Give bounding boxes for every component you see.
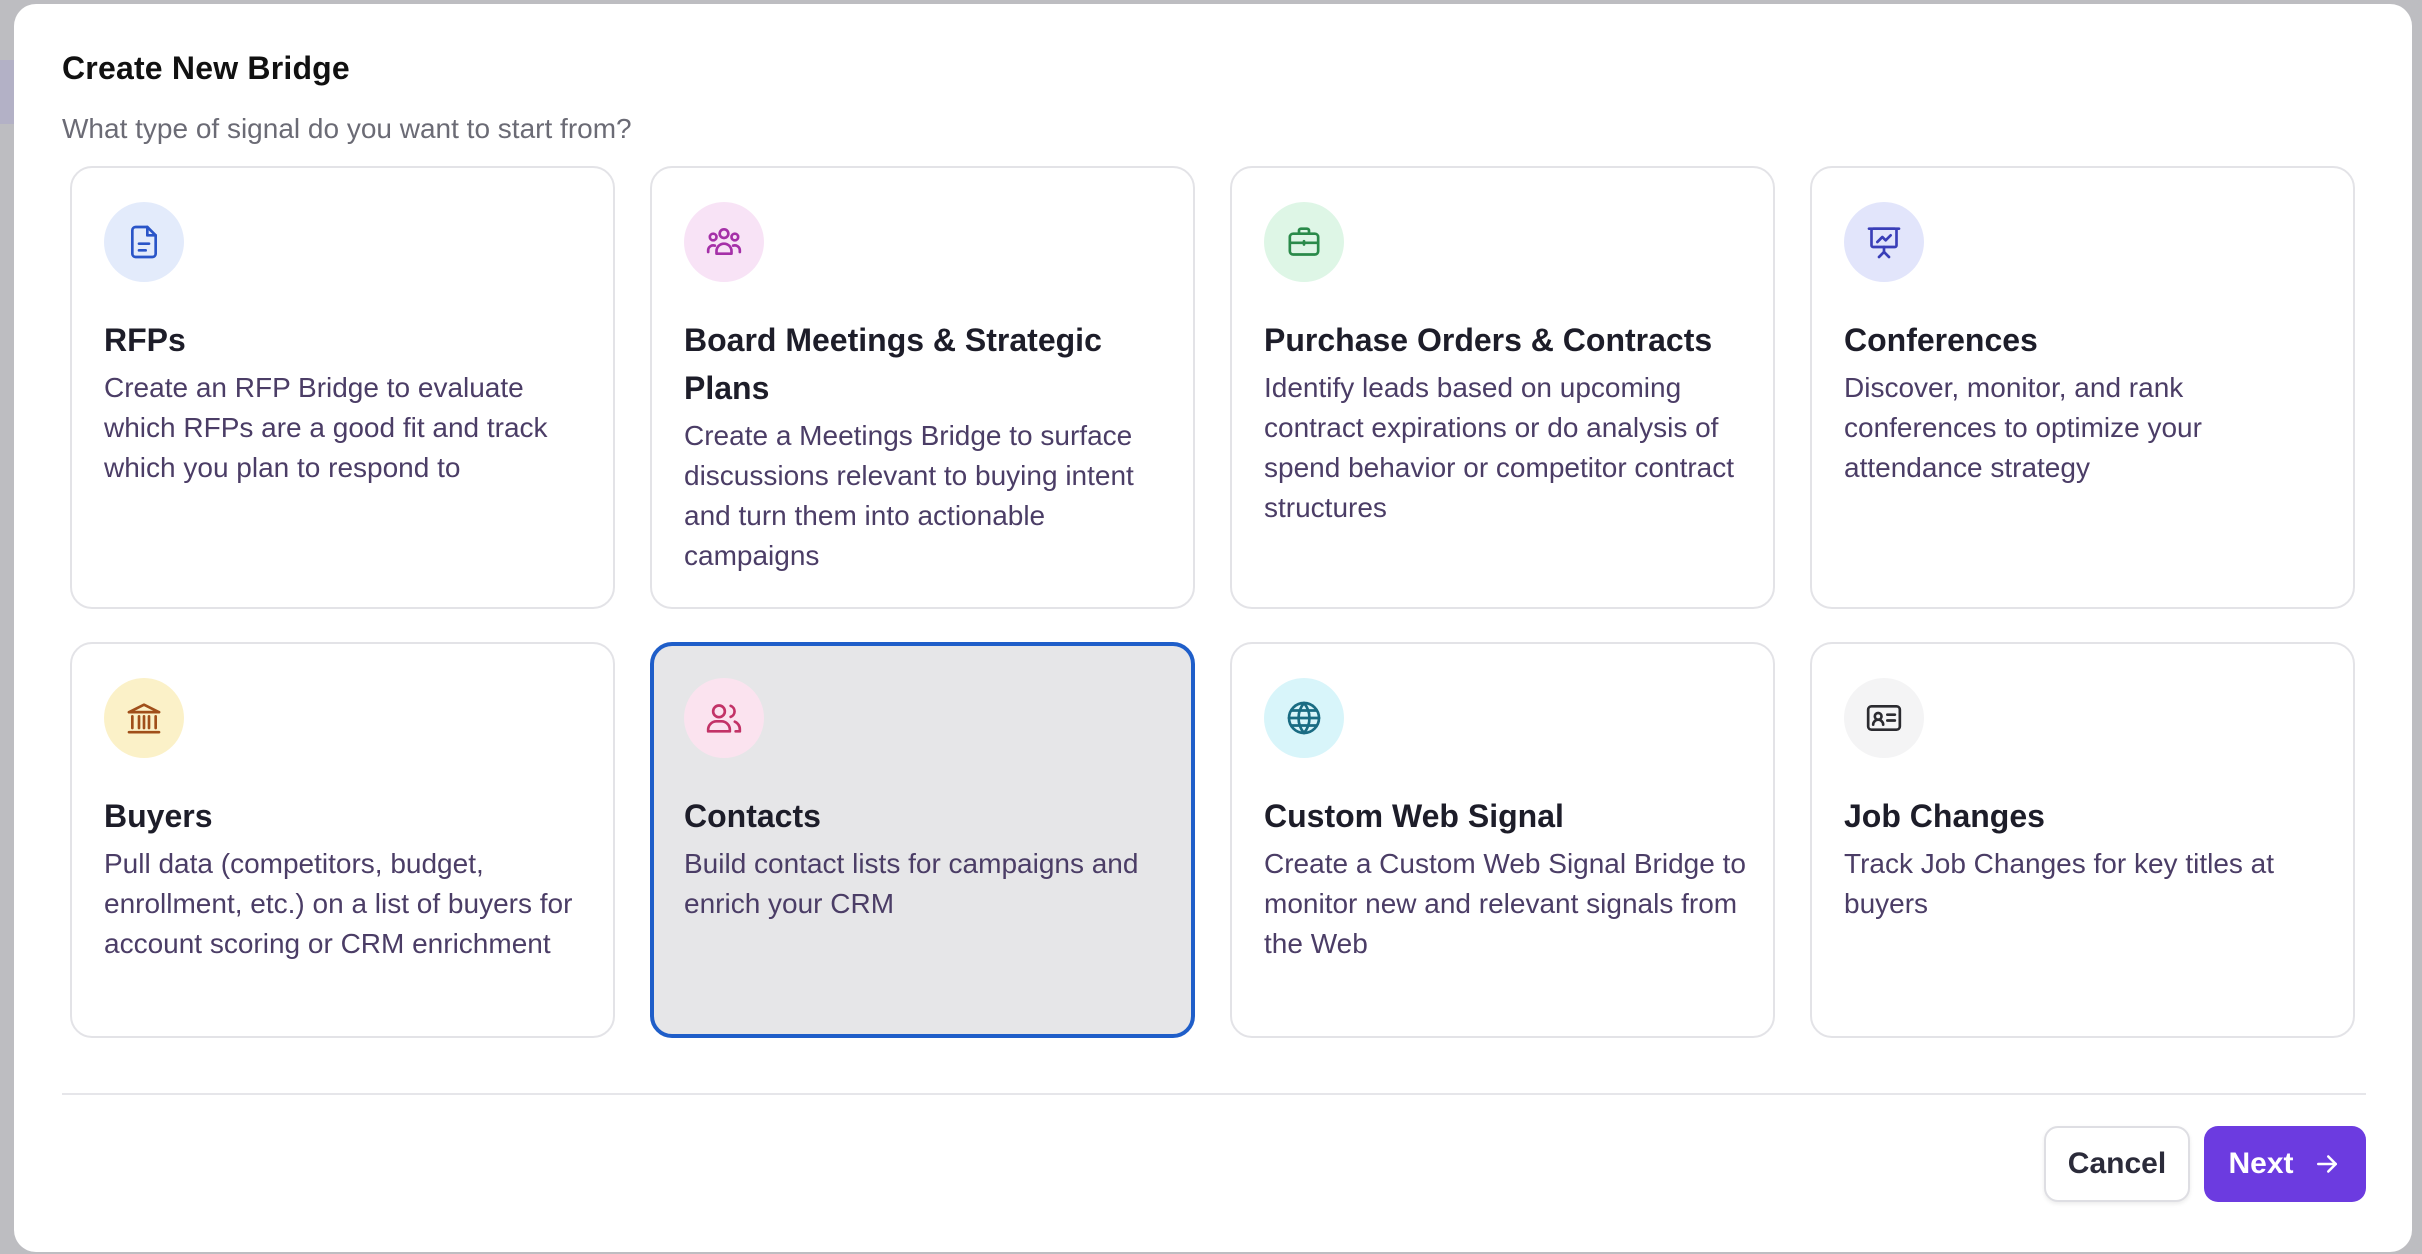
card-title: Custom Web Signal [1264, 798, 1564, 834]
card-job-changes[interactable]: Job Changes Track Job Changes for key ti… [1810, 642, 2355, 1038]
card-title: Buyers [104, 798, 213, 834]
modal-subtitle: What type of signal do you want to start… [62, 113, 632, 144]
id-card-icon [1844, 678, 1924, 758]
card-title: Contacts [684, 798, 821, 834]
card-rfps[interactable]: RFPs Create an RFP Bridge to evaluate wh… [70, 166, 615, 609]
users-icon [684, 678, 764, 758]
next-button-label: Next [2228, 1147, 2294, 1180]
next-button[interactable]: Next [2204, 1126, 2366, 1202]
card-description: Identify leads based on upcoming contrac… [1264, 372, 1735, 523]
footer-divider [62, 1093, 2366, 1095]
card-description: Create a Meetings Bridge to surface disc… [684, 420, 1134, 571]
group-icon [684, 202, 764, 282]
cancel-button[interactable]: Cancel [2044, 1126, 2190, 1202]
card-description: Create an RFP Bridge to evaluate which R… [104, 372, 548, 483]
card-description: Create a Custom Web Signal Bridge to mon… [1264, 848, 1746, 959]
card-description: Track Job Changes for key titles at buye… [1844, 848, 2275, 919]
card-title: Job Changes [1844, 798, 2045, 834]
modal-title: Create New Bridge [62, 50, 350, 86]
card-description: Build contact lists for campaigns and en… [684, 848, 1139, 919]
arrow-right-icon [2316, 1155, 2337, 1173]
card-description: Pull data (competitors, budget, enrollme… [104, 848, 573, 959]
globe-icon [1264, 678, 1344, 758]
card-title: RFPs [104, 322, 186, 358]
card-title: Conferences [1844, 322, 2038, 358]
document-icon [104, 202, 184, 282]
backdrop-nav-highlight [0, 60, 14, 124]
card-custom-web-signal[interactable]: Custom Web Signal Create a Custom Web Si… [1230, 642, 1775, 1038]
card-title: Purchase Orders & Contracts [1264, 322, 1713, 358]
briefcase-icon [1264, 202, 1344, 282]
card-description: Discover, monitor, and rank conferences … [1844, 372, 2202, 483]
card-purchase-orders[interactable]: Purchase Orders & Contracts Identify lea… [1230, 166, 1775, 609]
card-conferences[interactable]: Conferences Discover, monitor, and rank … [1810, 166, 2355, 609]
card-buyers[interactable]: Buyers Pull data (competitors, budget, e… [70, 642, 615, 1038]
create-bridge-modal: Create New Bridge What type of signal do… [14, 4, 2412, 1252]
presentation-icon [1844, 202, 1924, 282]
bank-icon [104, 678, 184, 758]
card-board-meetings[interactable]: Board Meetings & Strategic Plans Create … [650, 166, 1195, 609]
cancel-button-label: Cancel [2067, 1147, 2167, 1180]
card-title: Board Meetings & Strategic Plans [684, 322, 1102, 406]
card-contacts[interactable]: Contacts Build contact lists for campaig… [650, 642, 1195, 1038]
